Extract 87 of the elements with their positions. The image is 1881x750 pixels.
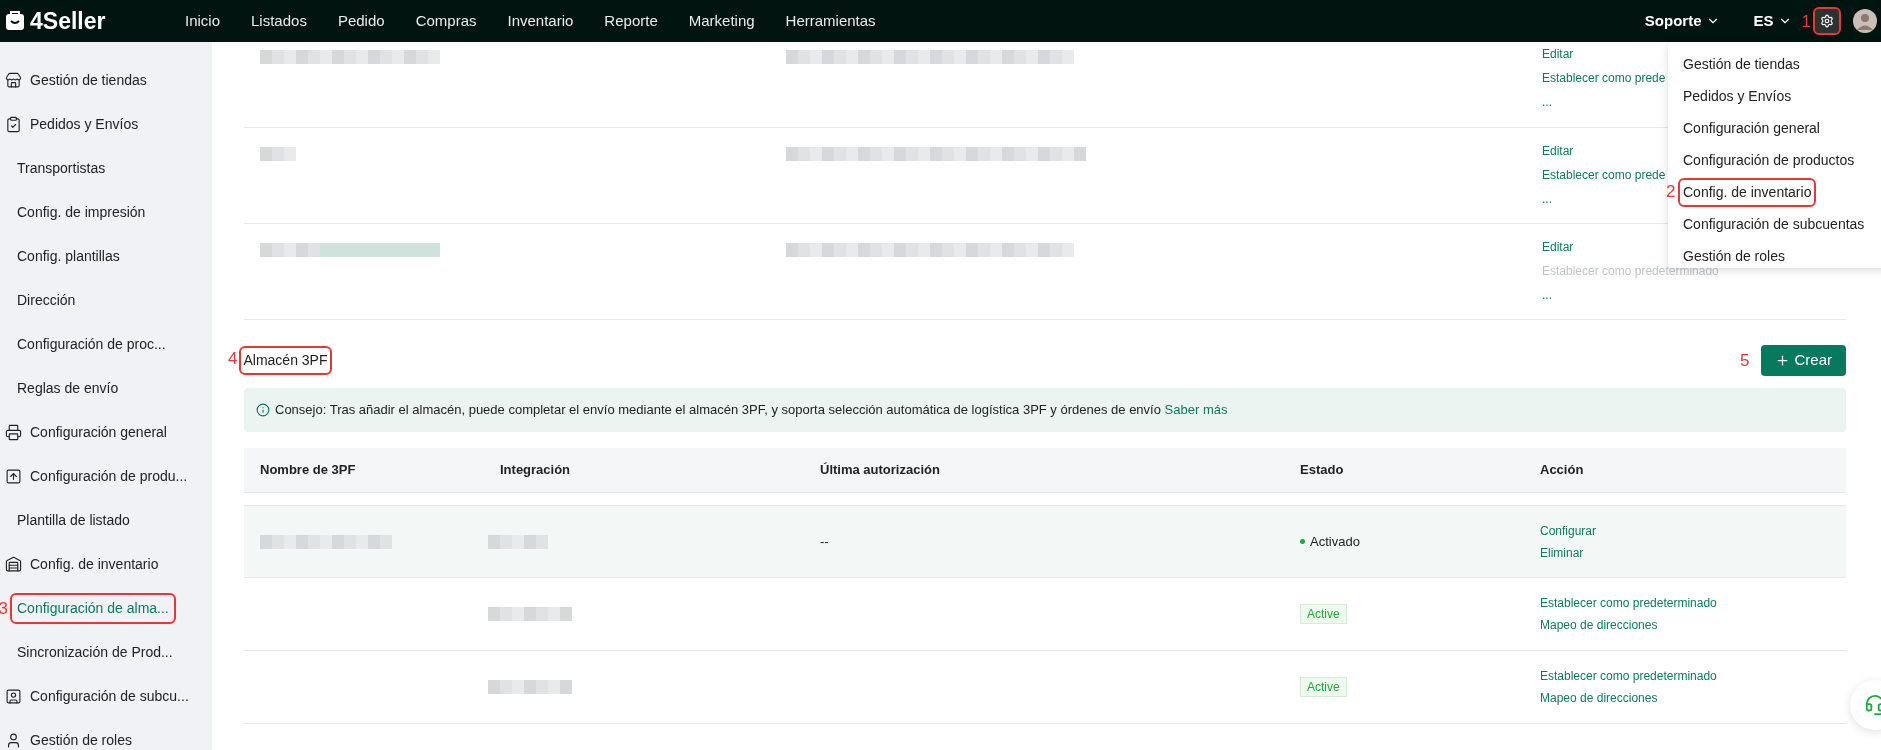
redacted-text-icon [786,50,1076,64]
menu-item[interactable]: Config. de inventario [1680,179,1815,205]
action-link[interactable]: Establecer como prede [1542,169,1666,181]
info-icon [256,403,270,417]
column-header: Nombre de 3PF [259,461,357,480]
settings-icon [1820,14,1834,28]
action-link[interactable]: Mapeo de direcciones [1540,692,1717,704]
plus-icon [1775,352,1791,368]
menu-item[interactable]: Configuración de subcuentas [1680,211,1868,237]
sidebar-subitem[interactable]: Transportistas [12,154,111,182]
status-tag: Active [1300,604,1347,625]
column-header: Acción [1539,461,1584,480]
step-number: 2 [1666,182,1676,201]
action-link[interactable]: ... [1542,193,1666,205]
sidebar-subitem[interactable]: Configuración de proc... [12,330,171,358]
nav-link[interactable]: Compras [415,9,477,33]
sidebar-subitem[interactable]: Config. plantillas [12,242,125,270]
action-link[interactable]: Configurar [1540,524,1597,537]
warehouse-icon [5,555,22,573]
action-link[interactable]: Editar [1542,48,1666,60]
sidebar-subitem[interactable]: Dirección [12,286,81,314]
sidebar-item[interactable]: Gestión de tiendas [30,69,147,91]
logo: 4Seller [30,6,106,36]
sidebar-item[interactable]: Gestión de roles [30,729,132,750]
sidebar-item[interactable]: Configuración de produ... [30,465,188,487]
status-text: Activado [1310,532,1360,551]
column-header: Integración [499,461,572,480]
sidebar-item[interactable]: Pedidos y Envíos [30,113,139,135]
table-cell: -- [820,533,829,549]
redacted-text-icon [786,243,1076,257]
redacted-text-icon [260,243,440,257]
user-icon [5,731,22,749]
menu-item[interactable]: Configuración de productos [1680,147,1858,173]
printer-icon [5,423,22,441]
sidebar-item[interactable]: Configuración de subcu... [30,685,189,707]
menu-item[interactable]: Gestión de tiendas [1680,51,1803,77]
logo-icon [4,10,26,32]
nav-link[interactable]: Marketing [688,9,755,33]
redacted-text-icon [260,50,440,64]
sidebar-subitem[interactable]: Configuración de alma... [12,594,174,622]
action-link[interactable]: ... [1542,96,1666,108]
tip-text: Consejo: Tras añadir el almacén, puede completar el envío mediante el almacén 3PF, y soporta selección automática de logística 3PF y órdenes de envío Saber más [275,401,1228,420]
sidebar-subitem[interactable]: Sincronización de Prod... [12,638,178,666]
redacted-text-icon [260,534,392,549]
redacted-text-icon [786,147,1086,161]
action-link[interactable]: Eliminar [1540,546,1597,559]
headset-icon [1864,694,1881,716]
store-icon [5,71,22,89]
create-button[interactable]: Crear [1761,344,1846,376]
avatar[interactable] [1853,9,1877,33]
column-header: Estado [1299,461,1345,480]
step-number: 5 [1740,351,1750,369]
action-link[interactable]: Establecer como predeterminado [1540,670,1717,682]
sidebar-subitem[interactable]: Plantilla de listado [12,506,135,534]
sidebar-item[interactable]: Config. de inventario [30,553,159,575]
nav-link[interactable]: Inventario [507,9,574,33]
section-title: Almacén 3PF [241,347,330,373]
nav-link[interactable]: Herramientas [785,9,876,33]
language-menu[interactable]: ES [1753,9,1792,33]
clipboard-icon [5,115,22,133]
nav-link[interactable]: Pedido [337,9,385,33]
contact-icon [5,687,22,705]
column-header: Última autorización [819,461,941,480]
action-link[interactable]: ... [1542,289,1719,301]
upload-icon [5,467,22,485]
redacted-text-icon [488,534,548,549]
menu-item[interactable]: Configuración general [1680,115,1823,141]
step-number: 4 [228,349,238,369]
settings-button[interactable] [1815,9,1839,33]
sidebar-subitem[interactable]: Reglas de envío [12,374,124,402]
status-tag: Active [1300,677,1347,698]
action-link[interactable]: Editar [1542,145,1666,157]
nav-link[interactable]: Listados [251,9,307,33]
menu-item[interactable]: Pedidos y Envíos [1680,83,1795,109]
redacted-text-icon [260,147,296,161]
sidebar-item[interactable]: Configuración general [30,421,167,443]
nav-link[interactable]: Inicio [185,9,221,33]
nav-link[interactable]: Reporte [604,9,658,33]
learn-more-link[interactable]: Saber más [1164,402,1228,418]
step-number: 3 [0,599,8,617]
sidebar-subitem[interactable]: Config. de impresión [12,198,151,226]
table-row[interactable]: -- Activado Configurar Eliminar [244,505,1846,578]
action-link[interactable]: Mapeo de direcciones [1540,619,1717,631]
step-number: 1 [1801,12,1811,30]
action-link[interactable]: Establecer como prede [1542,72,1666,84]
support-menu[interactable]: Soporte [1644,9,1720,33]
action-link[interactable]: Establecer como predeterminado [1540,597,1717,609]
